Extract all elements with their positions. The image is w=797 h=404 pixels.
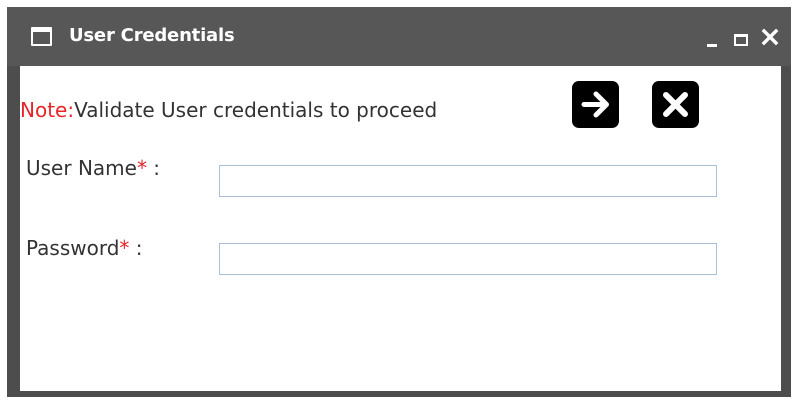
note-message: Note:Validate User credentials to procee… [20,98,437,122]
password-label: Password* : [26,236,143,260]
dialog-title: User Credentials [69,25,235,46]
dialog-titlebar[interactable]: User Credentials [7,7,791,66]
minimize-icon[interactable] [707,44,717,47]
maximize-icon[interactable] [734,34,748,46]
credentials-dialog: User Credentials Note:Validate User cred… [7,7,791,397]
username-required-mark: * [136,156,147,180]
dialog-content: Note:Validate User credentials to procee… [20,66,781,391]
close-icon[interactable] [761,28,779,46]
username-input[interactable] [219,165,717,197]
cancel-button[interactable] [652,81,699,128]
note-label: Note: [20,98,75,122]
note-text: Validate User credentials to proceed [74,98,438,122]
proceed-button[interactable] [572,81,619,128]
password-required-mark: * [119,236,130,260]
close-icon [663,92,688,117]
password-separator: : [129,236,143,260]
window-icon [31,27,52,46]
username-label-text: User Name [26,156,137,180]
username-separator: : [146,156,161,180]
password-label-text: Password [26,236,120,260]
arrow-right-icon [581,91,609,118]
username-label: User Name* : [26,156,160,180]
password-input[interactable] [219,243,717,275]
